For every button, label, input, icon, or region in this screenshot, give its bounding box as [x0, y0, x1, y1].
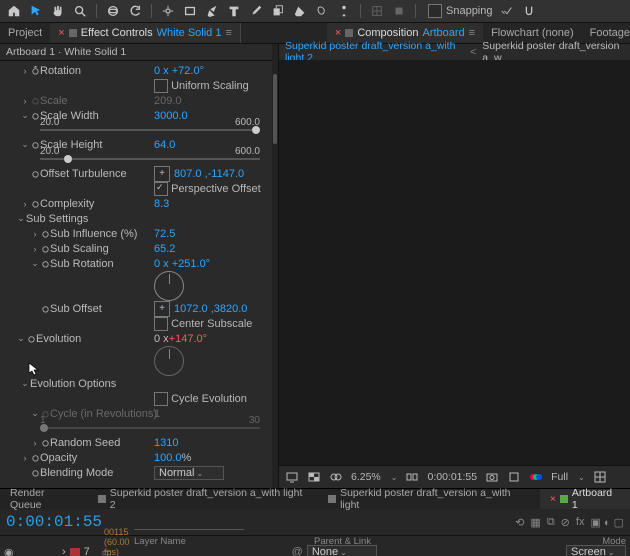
mesh-icon[interactable]: [369, 3, 385, 19]
layer-row[interactable]: ◉ › 7 ▭ @ None⌄ Screen⌄: [0, 546, 630, 556]
snapshot-icon[interactable]: [485, 470, 499, 484]
sub-rotation-dial[interactable]: [154, 271, 184, 301]
perspective-checkbox[interactable]: [154, 182, 168, 196]
timecode-value[interactable]: 0:00:01:55: [427, 471, 477, 483]
roto-tool-icon[interactable]: [314, 3, 330, 19]
stopwatch-icon[interactable]: [40, 304, 50, 314]
monitor-icon[interactable]: [285, 470, 299, 484]
motion-blur-toggle[interactable]: ⊘: [561, 516, 570, 529]
mask-icon[interactable]: [391, 3, 407, 19]
effect-controls-panel: Artboard 1 · White Solid 1 ›Rotation 0 x…: [0, 44, 279, 488]
clone-tool-icon[interactable]: [270, 3, 286, 19]
anchor-tool-icon[interactable]: [160, 3, 176, 19]
graph-editor-toggle[interactable]: fx: [576, 516, 585, 529]
composition-panel: Superkid poster draft_version a_with lig…: [279, 44, 630, 488]
stopwatch-icon[interactable]: [40, 438, 50, 448]
brush-tool-icon[interactable]: [248, 3, 264, 19]
stopwatch-icon[interactable]: [40, 244, 50, 254]
shy-toggle[interactable]: ⟲: [515, 516, 524, 529]
stopwatch-icon[interactable]: [30, 453, 40, 463]
grid-icon[interactable]: [593, 470, 607, 484]
offset-turbulence-value[interactable]: 807.0 ,-1147.0: [174, 168, 244, 180]
home-icon[interactable]: [6, 3, 22, 19]
scale-height-slider[interactable]: [40, 158, 260, 160]
main-toolbar: Snapping: [0, 0, 630, 23]
timeline-timecode[interactable]: 0:00:01:55: [6, 513, 102, 531]
scrollbar[interactable]: [272, 44, 278, 488]
tab-comp-2[interactable]: Superkid poster draft_version a_with lig…: [318, 489, 540, 509]
scale-width-value[interactable]: 3000.0: [154, 110, 188, 122]
evolution-dial[interactable]: [154, 346, 184, 376]
magnet-icon[interactable]: [521, 3, 537, 19]
text-tool-icon[interactable]: [226, 3, 242, 19]
stopwatch-icon[interactable]: [30, 140, 40, 150]
resolution-mode[interactable]: Full: [551, 471, 568, 483]
scale-height-value[interactable]: 64.0: [154, 139, 175, 151]
stopwatch-icon[interactable]: [40, 229, 50, 239]
channel-icon[interactable]: [529, 470, 543, 484]
mask-overlay-icon[interactable]: [329, 470, 343, 484]
comp-footer: 6.25%⌄ 0:00:01:55 Full⌄: [279, 465, 630, 488]
selection-tool-icon[interactable]: [28, 3, 44, 19]
uniform-scaling-checkbox[interactable]: [154, 79, 168, 93]
snapping-label: Snapping: [446, 5, 493, 17]
stopwatch-icon[interactable]: [30, 468, 40, 478]
parent-select[interactable]: None⌄: [307, 545, 377, 556]
stopwatch-icon[interactable]: [40, 259, 50, 269]
tab-effect-controls[interactable]: × Effect Controls White Solid 1 ≡: [50, 23, 241, 43]
search-input[interactable]: [134, 515, 244, 530]
center-subscale-checkbox[interactable]: [154, 317, 168, 331]
eraser-tool-icon[interactable]: [292, 3, 308, 19]
tab-project[interactable]: Project: [0, 23, 50, 43]
rectangle-tool-icon[interactable]: [182, 3, 198, 19]
tab-comp-active[interactable]: ×Artboard 1: [540, 489, 630, 509]
rotate-tool-icon[interactable]: [127, 3, 143, 19]
stopwatch-icon[interactable]: [30, 199, 40, 209]
pen-tool-icon[interactable]: [204, 3, 220, 19]
region-icon[interactable]: [507, 470, 521, 484]
snap-options-icon[interactable]: [499, 3, 515, 19]
toggle-alpha-icon[interactable]: [307, 470, 321, 484]
stopwatch-icon[interactable]: [30, 169, 40, 179]
offset-position-icon[interactable]: [154, 166, 170, 182]
zoom-value[interactable]: 6.25%: [351, 471, 381, 483]
puppet-tool-icon[interactable]: [336, 3, 352, 19]
stopwatch-icon[interactable]: [30, 111, 40, 121]
cycle-evolution-checkbox[interactable]: [154, 392, 168, 406]
resolution-icon[interactable]: [405, 470, 419, 484]
stopwatch-icon[interactable]: [26, 334, 36, 344]
stopwatch-icon[interactable]: [30, 66, 40, 76]
timeline-panel: Render Queue Superkid poster draft_versi…: [0, 488, 630, 556]
expand-icon[interactable]: ›: [20, 66, 30, 76]
draft-toggle[interactable]: ▦: [530, 516, 540, 529]
hand-tool-icon[interactable]: [50, 3, 66, 19]
effect-panel-header: Artboard 1 · White Solid 1: [0, 44, 278, 61]
tab-comp-1[interactable]: Superkid poster draft_version a_with lig…: [88, 489, 318, 509]
comp-viewer[interactable]: [279, 60, 630, 465]
frame-blend-toggle[interactable]: ⧉: [547, 516, 555, 529]
zoom-tool-icon[interactable]: [72, 3, 88, 19]
comp-breadcrumb: Superkid poster draft_version a_with lig…: [279, 44, 630, 60]
blending-mode-select[interactable]: Normal⌄: [154, 466, 224, 480]
snapping-toggle[interactable]: Snapping: [428, 4, 493, 18]
tab-render-queue[interactable]: Render Queue: [0, 489, 88, 509]
orbit-tool-icon[interactable]: [105, 3, 121, 19]
eye-icon[interactable]: ◉: [4, 546, 14, 556]
scale-width-slider[interactable]: [40, 129, 260, 131]
sub-offset-position-icon[interactable]: [154, 301, 170, 317]
rotation-value[interactable]: 0 x +72.0°: [154, 65, 204, 77]
cursor-icon: [28, 362, 40, 379]
